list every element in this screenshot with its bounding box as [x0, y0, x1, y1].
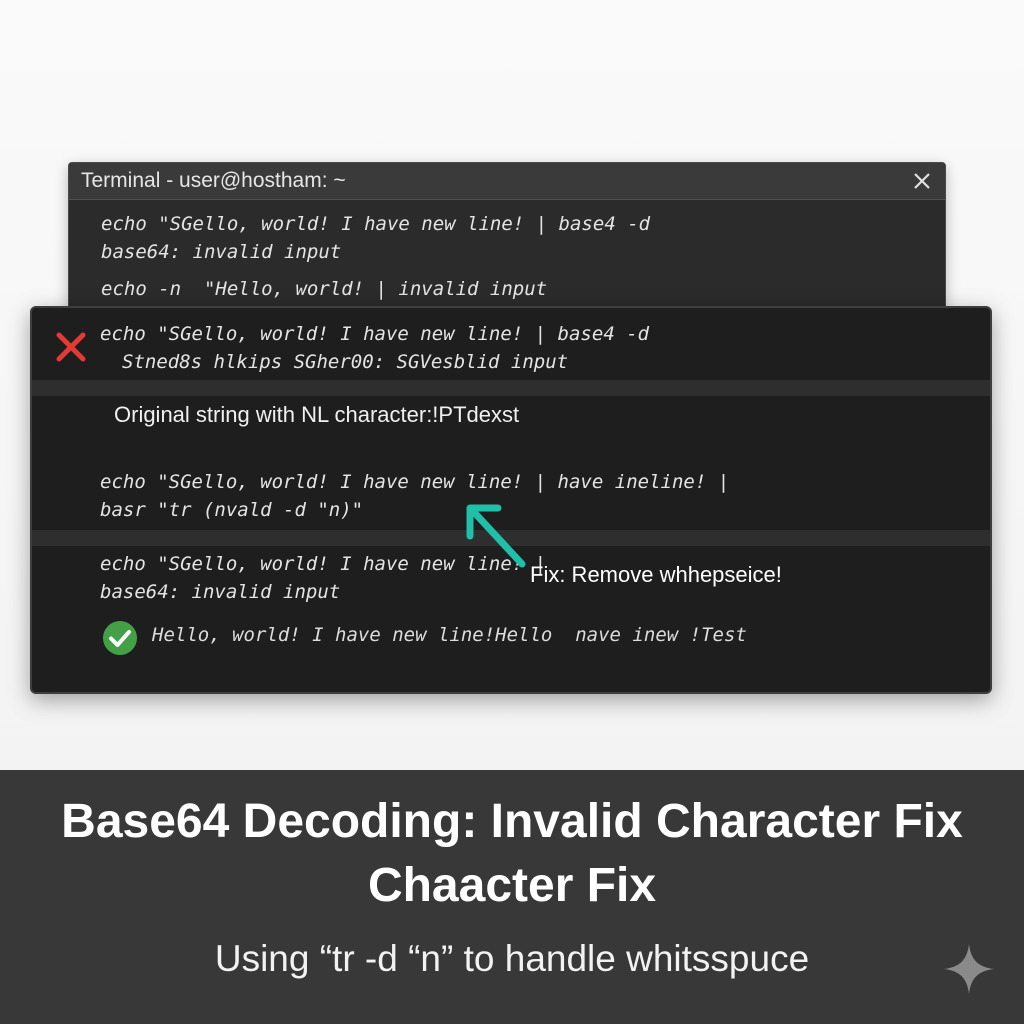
terminal-window-front: echo "SGello, world! I have new line! | …: [30, 306, 992, 694]
terminal-line: echo -n "Hello, world! | invalid input: [101, 278, 548, 300]
terminal-line: echo "SGello, world! I have new line! | …: [100, 471, 730, 493]
section-divider: [32, 380, 990, 396]
error-message-line: Stned8s hlkips SGher00: SGVesblid input: [122, 351, 569, 373]
terminal-line: base64: invalid input: [101, 241, 342, 263]
banner-title-line1: Base64 Decoding: Invalid Character Fix: [61, 795, 963, 848]
close-icon[interactable]: [911, 170, 933, 192]
x-mark-icon: [56, 332, 86, 362]
terminal-line: base64: invalid input: [100, 581, 341, 603]
terminal-line: basr "tr (nvald -d "n)": [100, 499, 364, 521]
title-bar: Terminal - user@hostham: ~: [69, 163, 945, 200]
terminal-line: echo "SGello, world! I have new line! | …: [101, 213, 651, 235]
success-output: Hello, world! I have new line!Hello nave…: [152, 624, 747, 646]
banner-title-line2: Chaacter Fix: [367, 859, 657, 912]
sparkle-icon: [944, 944, 994, 994]
caption-banner: Base64 Decoding: Invalid Character Fix C…: [0, 770, 1024, 1024]
check-circle-icon: [103, 621, 137, 655]
banner-subtitle: Using “tr -d “n” to handle whitsspuce: [214, 938, 810, 979]
arrow-icon: [466, 504, 526, 568]
terminal-output-back: echo "SGello, world! I have new line! | …: [69, 200, 945, 303]
window-title: Terminal - user@hostham: ~: [81, 169, 346, 192]
original-string-label: Original string with NL character:!PTdex…: [114, 402, 520, 427]
error-command-line: echo "SGello, world! I have new line! | …: [100, 323, 650, 345]
terminal-window-back: Terminal - user@hostham: ~ echo "SGello,…: [68, 162, 946, 314]
fix-annotation: Fix: Remove whhepseice!: [530, 562, 782, 587]
error-output-block: echo "SGello, world! I have new line! | …: [32, 316, 990, 384]
